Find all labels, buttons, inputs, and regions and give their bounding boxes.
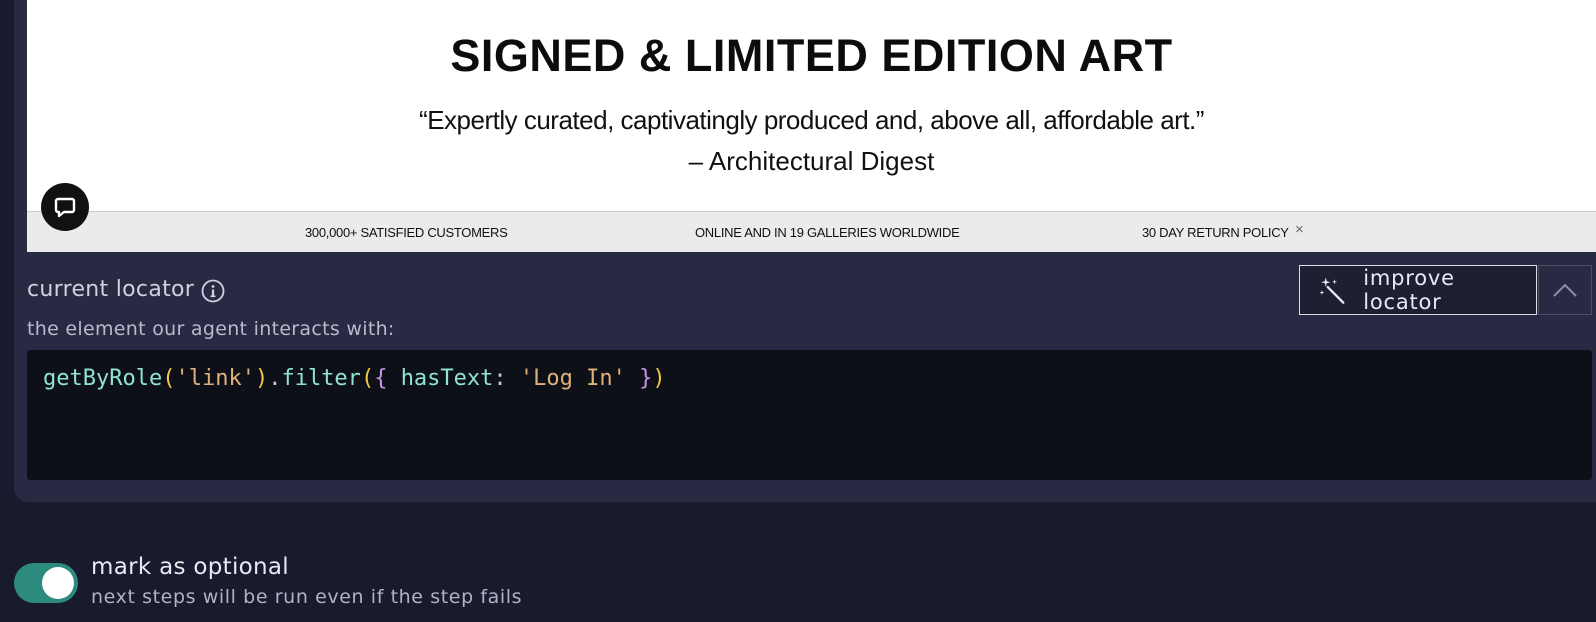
optional-title: mark as optional: [91, 554, 289, 580]
improve-locator-label: improve locator: [1363, 266, 1455, 314]
code-role-arg: 'link': [175, 366, 255, 391]
code-key: hasText: [400, 366, 494, 391]
chevron-up-icon: [1553, 283, 1577, 297]
benefits-bar: 300,000+ SATISFIED CUSTOMERS ONLINE AND …: [27, 211, 1596, 252]
code-value: 'Log In': [519, 366, 626, 391]
toggle-knob: [42, 567, 74, 599]
code-method: getByRole: [43, 366, 163, 391]
benefit-galleries: ONLINE AND IN 19 GALLERIES WORLDWIDE: [695, 225, 960, 240]
improve-locator-button[interactable]: improve locator: [1299, 265, 1537, 315]
locator-title: current locator: [27, 277, 195, 302]
collapse-button[interactable]: [1538, 265, 1592, 315]
code-filter: filter: [281, 366, 361, 391]
preview-headline: SIGNED & LIMITED EDITION ART: [450, 30, 1173, 81]
preview-quote: “Expertly curated, captivatingly produce…: [419, 105, 1204, 135]
locator-code-block[interactable]: getByRole('link').filter({ hasText: 'Log…: [27, 350, 1592, 480]
locator-subtitle: the element our agent interacts with:: [27, 318, 395, 340]
info-icon[interactable]: [201, 279, 225, 303]
preview-attribution: – Architectural Digest: [688, 146, 935, 176]
close-icon[interactable]: ×: [1295, 221, 1304, 238]
optional-description: next steps will be run even if the step …: [91, 586, 523, 608]
locator-code: getByRole('link').filter({ hasText: 'Log…: [43, 366, 666, 391]
screenshot-preview: SIGNED & LIMITED EDITION ART “Expertly c…: [27, 0, 1596, 252]
optional-toggle[interactable]: [14, 563, 78, 603]
magic-wand-icon: [1319, 277, 1345, 304]
benefit-return-policy: 30 DAY RETURN POLICY: [1142, 225, 1289, 240]
chat-icon[interactable]: [41, 183, 89, 231]
benefit-customers: 300,000+ SATISFIED CUSTOMERS: [305, 225, 508, 240]
